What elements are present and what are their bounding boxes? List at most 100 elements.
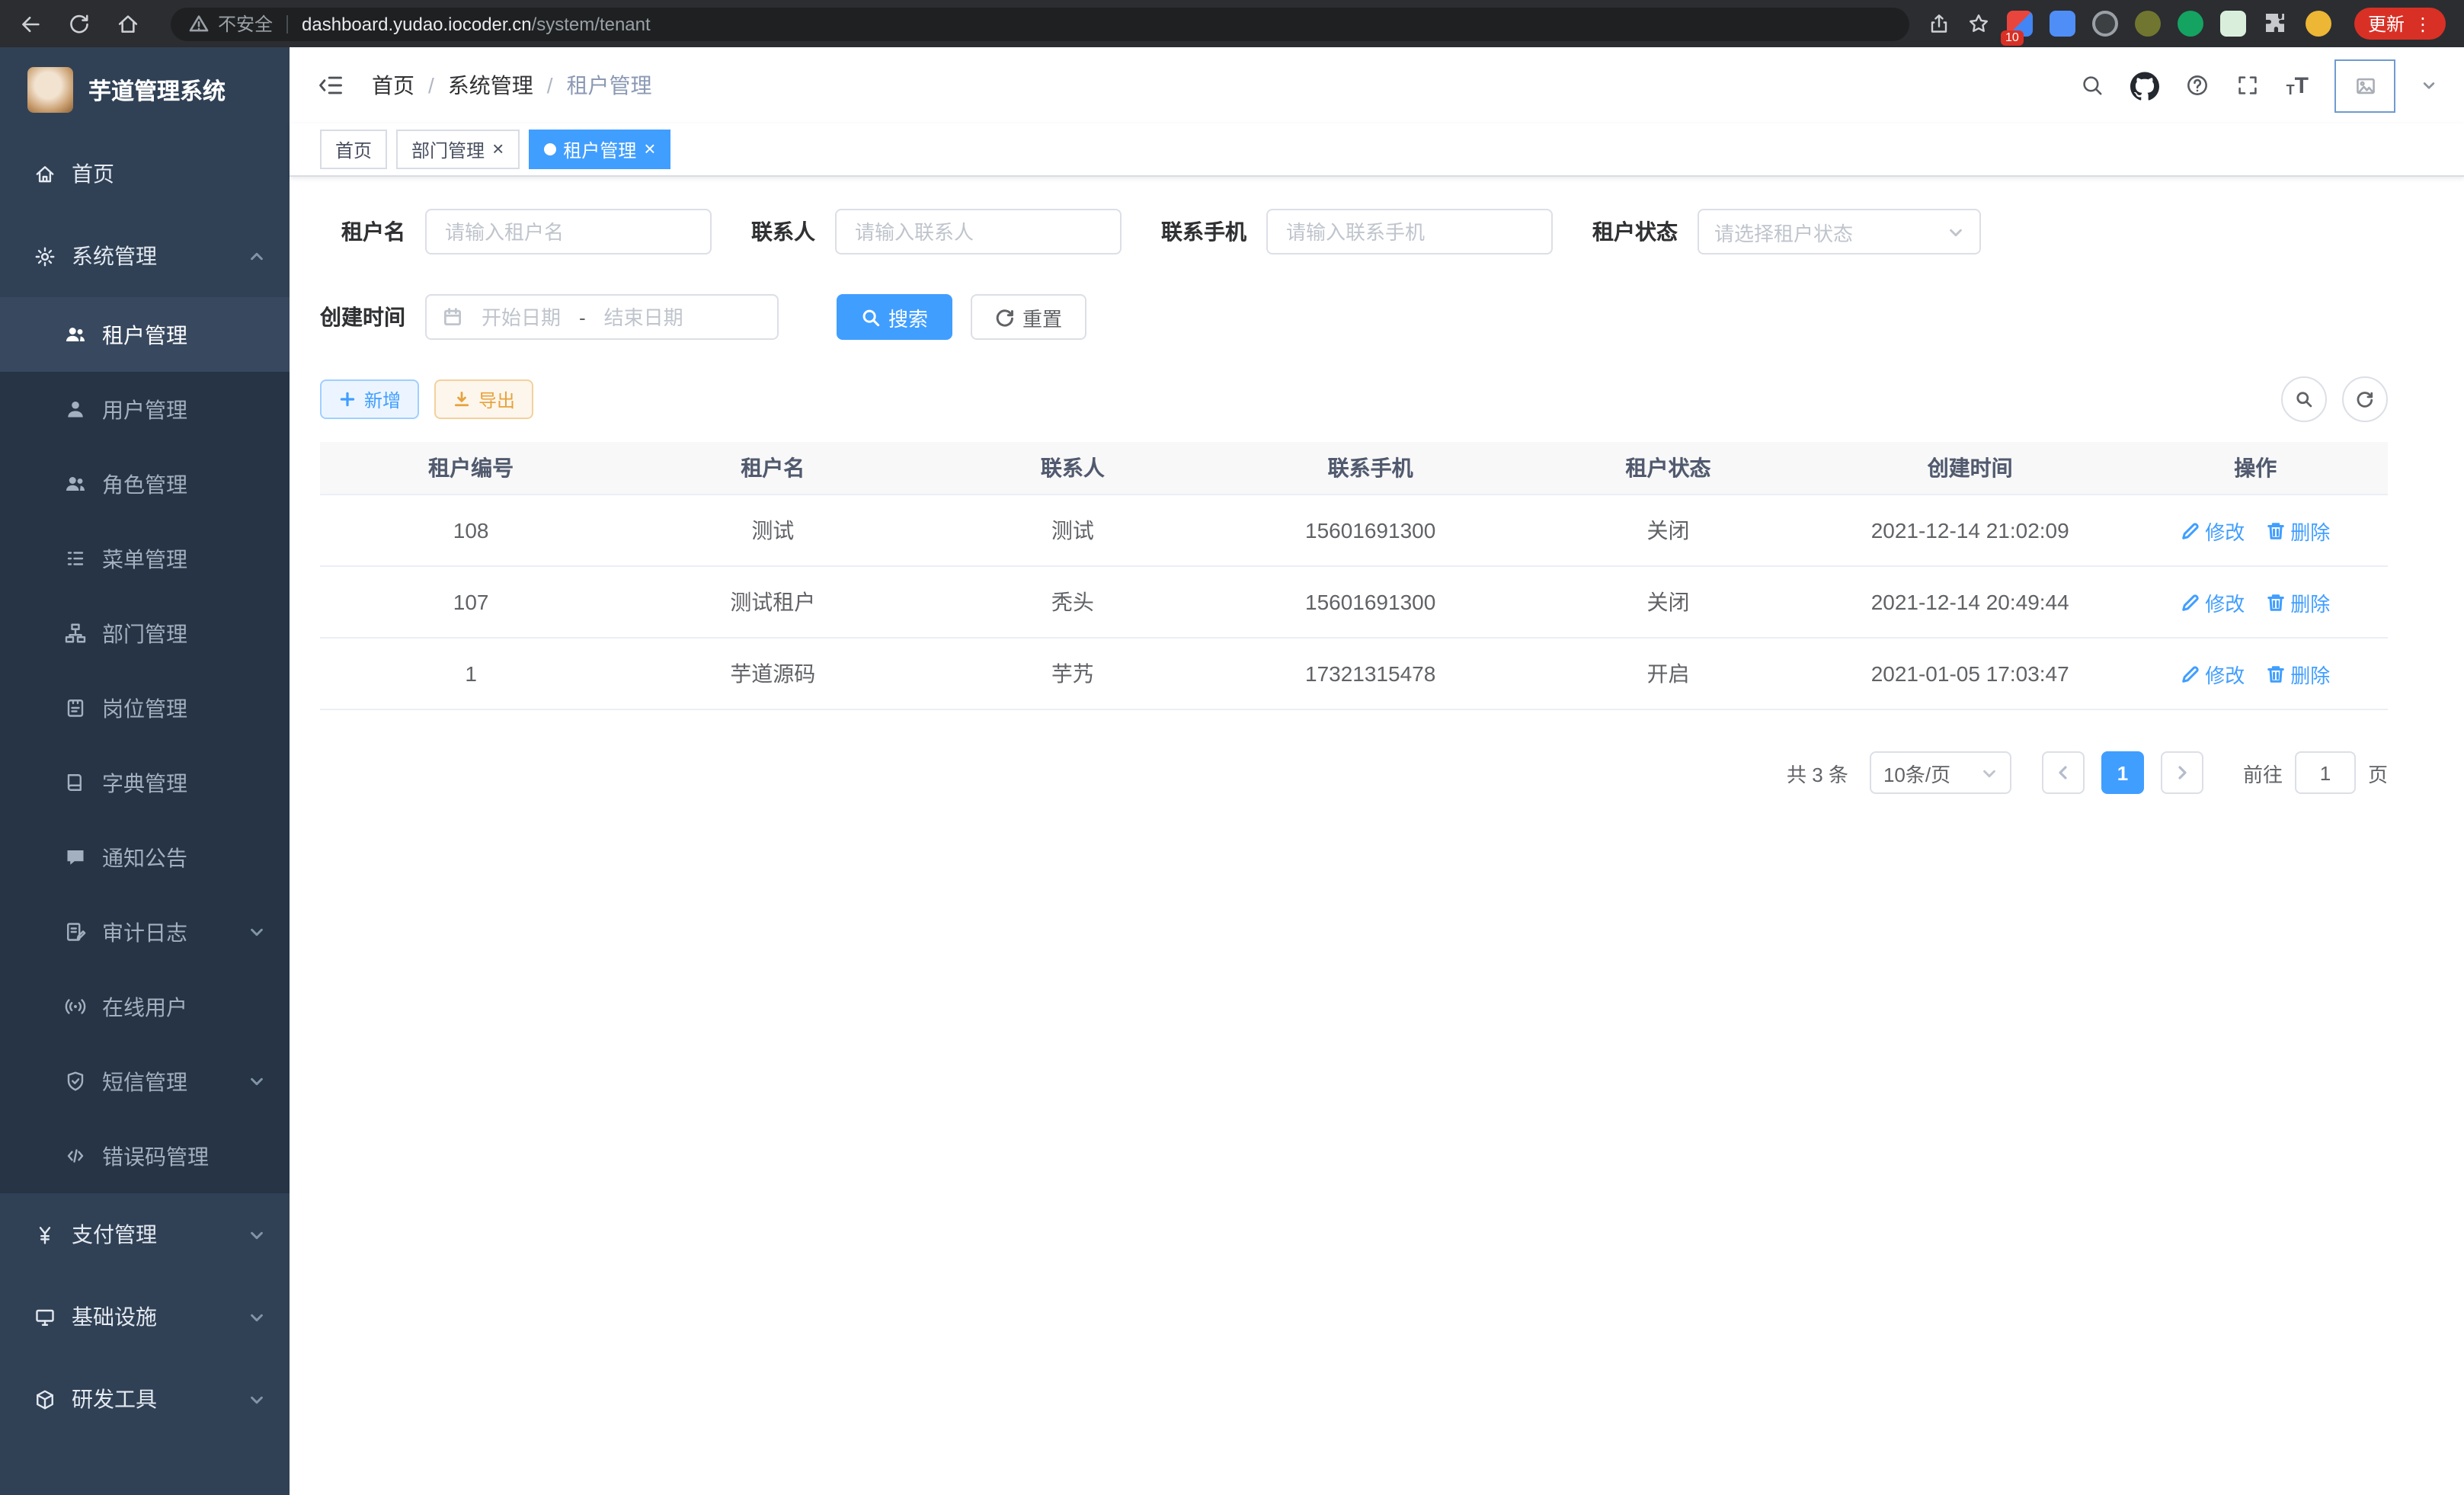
cell-tenant-name: 测试	[622, 495, 923, 566]
sidebar-item-audit-log[interactable]: 审计日志	[0, 895, 290, 969]
refresh-table-button[interactable]	[2342, 376, 2388, 422]
users-icon	[64, 472, 87, 495]
calendar-icon	[442, 306, 463, 328]
security-label: 不安全	[218, 11, 273, 37]
chevron-up-icon	[248, 248, 265, 264]
sidebar-item-sms[interactable]: 短信管理	[0, 1044, 290, 1119]
shield-icon	[64, 1070, 87, 1093]
prev-page-button[interactable]	[2042, 751, 2085, 794]
profile-avatar-icon[interactable]	[2306, 11, 2331, 37]
close-icon[interactable]	[644, 139, 655, 160]
tab-label: 部门管理	[411, 136, 485, 162]
tenant-name-input[interactable]	[425, 209, 712, 255]
reload-button[interactable]	[67, 11, 91, 36]
tab-dept[interactable]: 部门管理	[396, 130, 519, 169]
sidebar-item-dict[interactable]: 字典管理	[0, 745, 290, 820]
sidebar-item-post[interactable]: 岗位管理	[0, 671, 290, 745]
export-button[interactable]: 导出	[434, 379, 533, 419]
search-icon[interactable]	[2081, 73, 2105, 98]
sidebar-item-notice[interactable]: 通知公告	[0, 820, 290, 895]
sidebar-item-menu[interactable]: 菜单管理	[0, 521, 290, 596]
app-logo[interactable]: 芋道管理系统	[0, 47, 290, 133]
breadcrumb-item[interactable]: 系统管理	[448, 70, 533, 101]
create-time-label: 创建时间	[320, 302, 405, 332]
sidebar-item-tenant[interactable]: 租户管理	[0, 297, 290, 372]
goto-page-input[interactable]	[2295, 751, 2356, 794]
github-icon[interactable]	[2131, 71, 2160, 100]
status-select[interactable]: 请选择租户状态	[1698, 209, 1981, 255]
next-page-button[interactable]	[2161, 751, 2203, 794]
sidebar-item-online-users[interactable]: 在线用户	[0, 969, 290, 1044]
fullscreen-icon[interactable]	[2236, 73, 2261, 98]
sidebar-collapse-button[interactable]	[317, 72, 344, 99]
extension-icon[interactable]	[2220, 11, 2246, 37]
search-button[interactable]: 搜索	[837, 294, 952, 340]
avatar[interactable]	[2334, 59, 2395, 112]
table-row: 1 芋道源码 芋艿 17321315478 开启 2021-01-05 17:0…	[320, 638, 2388, 709]
close-icon[interactable]	[492, 139, 504, 160]
update-label: 更新	[2368, 11, 2405, 37]
date-end-input[interactable]	[595, 304, 693, 330]
font-size-icon[interactable]	[2286, 74, 2309, 97]
edit-button[interactable]: 修改	[2181, 516, 2245, 545]
share-icon[interactable]	[1928, 12, 1950, 35]
contact-input[interactable]	[835, 209, 1122, 255]
column-header: 操作	[2123, 442, 2388, 495]
home-button[interactable]	[116, 11, 140, 36]
delete-button[interactable]: 删除	[2266, 516, 2330, 545]
sidebar-item-system[interactable]: 系统管理	[0, 215, 290, 297]
address-bar[interactable]: 不安全 dashboard.yudao.iocoder.cn /system/t…	[171, 7, 1909, 40]
sidebar-item-devtools[interactable]: 研发工具	[0, 1358, 290, 1440]
date-range-picker[interactable]: -	[425, 294, 779, 340]
extensions-puzzle-icon[interactable]	[2263, 11, 2289, 37]
sidebar-item-infra[interactable]: 基础设施	[0, 1276, 290, 1358]
extension-icon[interactable]	[2092, 11, 2118, 37]
column-header: 租户状态	[1519, 442, 1817, 495]
sidebar-item-home[interactable]: 首页	[0, 133, 290, 215]
add-button[interactable]: 新增	[320, 379, 419, 419]
edit-button[interactable]: 修改	[2181, 659, 2245, 688]
extension-icon[interactable]: 10	[2007, 11, 2033, 37]
cell-status: 关闭	[1519, 566, 1817, 638]
tab-home[interactable]: 首页	[320, 130, 387, 169]
id-badge-icon	[64, 696, 87, 719]
cell-contact: 测试	[923, 495, 1221, 566]
cell-status: 关闭	[1519, 495, 1817, 566]
log-edit-icon	[64, 920, 87, 943]
sidebar-item-label: 在线用户	[102, 991, 187, 1022]
sidebar-item-label: 租户管理	[102, 319, 187, 350]
sidebar-item-error-code[interactable]: 错误码管理	[0, 1119, 290, 1193]
breadcrumb-separator: /	[547, 73, 553, 98]
goto-suffix: 页	[2368, 758, 2388, 787]
sidebar-item-role[interactable]: 角色管理	[0, 447, 290, 521]
date-start-input[interactable]	[472, 304, 570, 330]
sidebar-item-payment[interactable]: 支付管理	[0, 1193, 290, 1276]
tab-tenant[interactable]: 租户管理	[528, 130, 670, 169]
update-button[interactable]: 更新	[2354, 8, 2446, 40]
extension-icon[interactable]	[2135, 11, 2161, 37]
toggle-search-button[interactable]	[2281, 376, 2327, 422]
chevron-down-icon[interactable]	[2421, 78, 2437, 93]
sidebar-item-dept[interactable]: 部门管理	[0, 596, 290, 671]
extension-icon[interactable]	[2178, 11, 2203, 37]
delete-button[interactable]: 删除	[2266, 659, 2330, 688]
reset-button[interactable]: 重置	[971, 294, 1086, 340]
home-icon	[34, 162, 56, 185]
help-icon[interactable]	[2186, 73, 2210, 98]
sidebar-item-label: 审计日志	[102, 917, 187, 947]
breadcrumb-item[interactable]: 首页	[372, 70, 414, 101]
navbar-actions	[2081, 59, 2437, 112]
current-page[interactable]: 1	[2101, 751, 2144, 794]
edit-button[interactable]: 修改	[2181, 587, 2245, 616]
phone-input[interactable]	[1266, 209, 1553, 255]
yen-icon	[34, 1223, 56, 1246]
pencil-icon	[2181, 592, 2200, 612]
url-path: /system/tenant	[532, 13, 651, 34]
delete-button[interactable]: 删除	[2266, 587, 2330, 616]
page-size-select[interactable]: 10条/页	[1870, 751, 2011, 794]
extension-icon[interactable]	[2050, 11, 2075, 37]
back-button[interactable]	[18, 11, 43, 36]
active-dot	[543, 143, 555, 155]
bookmark-star-icon[interactable]	[1967, 12, 1990, 35]
sidebar-item-user[interactable]: 用户管理	[0, 372, 290, 447]
